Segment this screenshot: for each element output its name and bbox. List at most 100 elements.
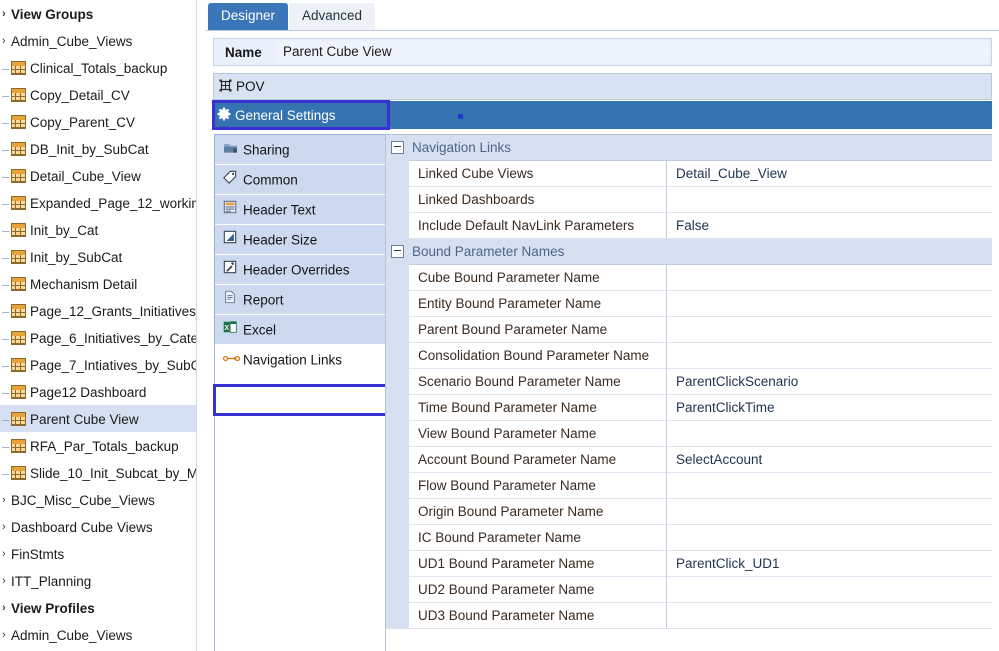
tree-item[interactable]: – Page_12_Grants_Initiatives_ — [0, 297, 196, 324]
chevron-right-icon[interactable]: › — [2, 568, 11, 594]
property-value[interactable] — [667, 421, 992, 447]
tree-line-icon[interactable]: – — [2, 217, 11, 243]
chevron-right-icon[interactable]: › — [2, 514, 11, 540]
property-value[interactable] — [667, 135, 992, 161]
property-value[interactable] — [667, 265, 992, 291]
property-row[interactable]: Parent Bound Parameter Name — [386, 317, 992, 343]
property-row[interactable]: Origin Bound Parameter Name — [386, 499, 992, 525]
tree-line-icon[interactable]: – — [2, 190, 11, 216]
property-value[interactable]: ParentClick_UD1 — [667, 551, 992, 577]
vtab-excel[interactable]: X Excel — [215, 315, 389, 345]
tab-designer[interactable]: Designer — [208, 3, 289, 30]
property-category-row[interactable]: Navigation Links — [386, 135, 992, 161]
property-value[interactable]: Detail_Cube_View — [667, 161, 992, 187]
vtab-report[interactable]: Report — [215, 285, 389, 315]
property-row[interactable]: Time Bound Parameter Name ParentClickTime — [386, 395, 992, 421]
property-row[interactable]: Consolidation Bound Parameter Name — [386, 343, 992, 369]
property-row[interactable]: Entity Bound Parameter Name — [386, 291, 992, 317]
property-value[interactable] — [667, 577, 992, 603]
tree-line-icon[interactable]: – — [2, 325, 11, 351]
property-row[interactable]: Linked Cube Views Detail_Cube_View — [386, 161, 992, 187]
tree-item[interactable]: › Dashboard Cube Views — [0, 513, 196, 540]
property-value[interactable]: ParentClickTime — [667, 395, 992, 421]
vtab-header-text[interactable]: Header Text — [215, 195, 389, 225]
chevron-right-icon[interactable]: › — [2, 622, 11, 648]
tree-item[interactable]: › Admin_Cube_Views — [0, 27, 196, 54]
tree-item[interactable]: – Page12 Dashboard — [0, 378, 196, 405]
tree-item[interactable]: – Clinical_Totals_backup — [0, 54, 196, 81]
tree-item-selected[interactable]: – Parent Cube View — [0, 405, 196, 432]
tree-item[interactable]: › View Profiles — [0, 594, 196, 621]
property-row[interactable]: IC Bound Parameter Name — [386, 525, 992, 551]
collapse-minus-icon[interactable] — [391, 245, 404, 259]
tree-item[interactable]: › ITT_Planning — [0, 567, 196, 594]
settings-vertical-tab-list[interactable]: Sharing Common Header Text Header Size Heade… — [214, 134, 390, 651]
tree-item[interactable]: › BJC_Misc_Cube_Views — [0, 486, 196, 513]
tree-item[interactable]: – Page_7_Intiatives_by_SubCa — [0, 351, 196, 378]
property-value[interactable] — [667, 343, 992, 369]
property-value[interactable] — [667, 239, 992, 265]
accordion-header-general-settings[interactable]: General Settings — [213, 101, 992, 129]
tree-item[interactable]: – Copy_Parent_CV — [0, 108, 196, 135]
property-value[interactable] — [667, 525, 992, 551]
tree-item[interactable]: – Init_by_Cat — [0, 216, 196, 243]
tree-item[interactable]: › FinStmts — [0, 540, 196, 567]
tree-line-icon[interactable]: – — [2, 406, 11, 432]
tree-item[interactable]: – Expanded_Page_12_working — [0, 189, 196, 216]
property-row[interactable]: UD1 Bound Parameter Name ParentClick_UD1 — [386, 551, 992, 577]
vtab-common[interactable]: Common — [215, 165, 389, 195]
view-groups-tree-panel[interactable]: › View Groups › Admin_Cube_Views – Clinical_T… — [0, 0, 196, 651]
accordion-header-pov[interactable]: POV — [213, 73, 992, 100]
tree-line-icon[interactable]: – — [2, 271, 11, 297]
property-value[interactable] — [667, 499, 992, 525]
tree-line-icon[interactable]: – — [2, 379, 11, 405]
property-value[interactable] — [667, 291, 992, 317]
tree-item[interactable]: › Admin_Cube_Views — [0, 621, 196, 648]
property-row[interactable]: Account Bound Parameter Name SelectAccoun… — [386, 447, 992, 473]
vtab-navigation-links[interactable]: Navigation Links — [215, 345, 389, 375]
vtab-header-overrides[interactable]: Header Overrides — [215, 255, 389, 285]
tree-item[interactable]: – Init_by_SubCat — [0, 243, 196, 270]
tree-item[interactable]: – DB_Init_by_SubCat — [0, 135, 196, 162]
tree-line-icon[interactable]: – — [2, 109, 11, 135]
property-value[interactable] — [667, 603, 992, 629]
property-value[interactable] — [667, 187, 992, 213]
tree-line-icon[interactable]: – — [2, 136, 11, 162]
tree-line-icon[interactable]: – — [2, 55, 11, 81]
property-category-row[interactable]: Bound Parameter Names — [386, 239, 992, 265]
tree-line-icon[interactable]: – — [2, 460, 11, 486]
tree-item[interactable]: – Page_6_Initiatives_by_Categ — [0, 324, 196, 351]
tab-advanced[interactable]: Advanced — [289, 3, 376, 30]
tree-item[interactable]: – RFA_Par_Totals_backup — [0, 432, 196, 459]
property-row[interactable]: Include Default NavLink Parameters False — [386, 213, 992, 239]
chevron-right-icon[interactable]: › — [2, 595, 11, 621]
property-row[interactable]: UD3 Bound Parameter Name — [386, 603, 992, 629]
tree-line-icon[interactable]: – — [2, 244, 11, 270]
property-value[interactable]: ParentClickScenario — [667, 369, 992, 395]
tree-item[interactable]: – Mechanism Detail — [0, 270, 196, 297]
property-row[interactable]: Linked Dashboards — [386, 187, 992, 213]
tree-line-icon[interactable]: – — [2, 352, 11, 378]
chevron-right-icon[interactable]: › — [2, 541, 11, 567]
property-grid[interactable]: Navigation Links Linked Cube Views Detail_… — [385, 134, 992, 651]
tree-line-icon[interactable]: – — [2, 433, 11, 459]
property-row[interactable]: View Bound Parameter Name — [386, 421, 992, 447]
property-row[interactable]: Flow Bound Parameter Name — [386, 473, 992, 499]
tree-item[interactable]: – Copy_Detail_CV — [0, 81, 196, 108]
tree-line-icon[interactable]: – — [2, 298, 11, 324]
property-row[interactable]: Scenario Bound Parameter Name ParentClick… — [386, 369, 992, 395]
vtab-sharing[interactable]: Sharing — [215, 135, 389, 165]
collapse-minus-icon[interactable] — [391, 141, 404, 155]
chevron-right-icon[interactable]: › — [2, 1, 11, 27]
name-input[interactable]: Parent Cube View — [276, 41, 989, 63]
tree-line-icon[interactable]: – — [2, 82, 11, 108]
chevron-right-icon[interactable]: › — [2, 28, 11, 54]
tree-item[interactable]: – Slide_10_Init_Subcat_by_Me — [0, 459, 196, 486]
tree-item[interactable]: › View Groups — [0, 0, 196, 27]
vtab-header-size[interactable]: Header Size — [215, 225, 389, 255]
chevron-right-icon[interactable]: › — [2, 487, 11, 513]
property-value[interactable]: SelectAccount — [667, 447, 992, 473]
property-value[interactable]: False — [667, 213, 992, 239]
tree-item[interactable]: – Detail_Cube_View — [0, 162, 196, 189]
property-value[interactable] — [667, 473, 992, 499]
